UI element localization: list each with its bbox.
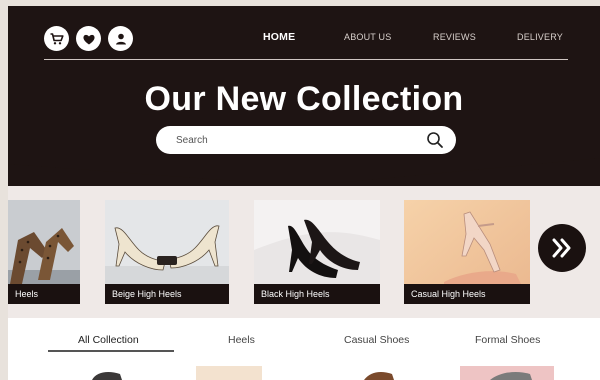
tab-casual-shoes[interactable]: Casual Shoes [344,334,409,346]
product-thumbnail[interactable] [358,366,398,380]
tab-formal-shoes[interactable]: Formal Shoes [475,334,540,346]
active-tab-indicator [48,350,174,352]
page-title: Our New Collection [144,80,464,118]
carousel-label: Black High Heels [254,284,380,304]
product-thumbnail[interactable] [196,366,262,380]
double-chevron-right-icon [552,238,571,258]
nav-delivery[interactable]: DELIVERY [517,32,563,42]
carousel-next-button[interactable] [538,224,586,272]
carousel-card-heels[interactable]: Heels [8,200,80,304]
carousel-label: Heels [8,284,80,304]
page: HOME ABOUT US REVIEWS DELIVERY Our New C… [8,6,600,380]
nav-reviews[interactable]: REVIEWS [433,32,476,42]
nav-about-us[interactable]: ABOUT US [344,32,391,42]
carousel-label: Casual High Heels [404,284,530,304]
search-bar [156,126,456,154]
carousel-card-beige-high-heels[interactable]: Beige High Heels [105,200,229,304]
carousel-card-black-high-heels[interactable]: Black High Heels [254,200,380,304]
hero-bottom-edge [8,156,600,186]
carousel-card-casual-high-heels[interactable]: Casual High Heels [404,200,530,304]
carousel-label: Beige High Heels [105,284,229,304]
main-nav: HOME ABOUT US REVIEWS DELIVERY [8,31,600,46]
product-thumbnail[interactable] [88,366,128,380]
nav-divider [44,59,568,60]
tab-heels[interactable]: Heels [228,334,255,346]
tab-all-collection[interactable]: All Collection [78,334,139,346]
product-thumbnail[interactable] [460,366,554,380]
search-icon[interactable] [426,131,444,149]
collection-tabs: All Collection Heels Casual Shoes Formal… [8,318,600,380]
search-input[interactable] [176,132,406,148]
nav-home[interactable]: HOME [263,31,295,43]
